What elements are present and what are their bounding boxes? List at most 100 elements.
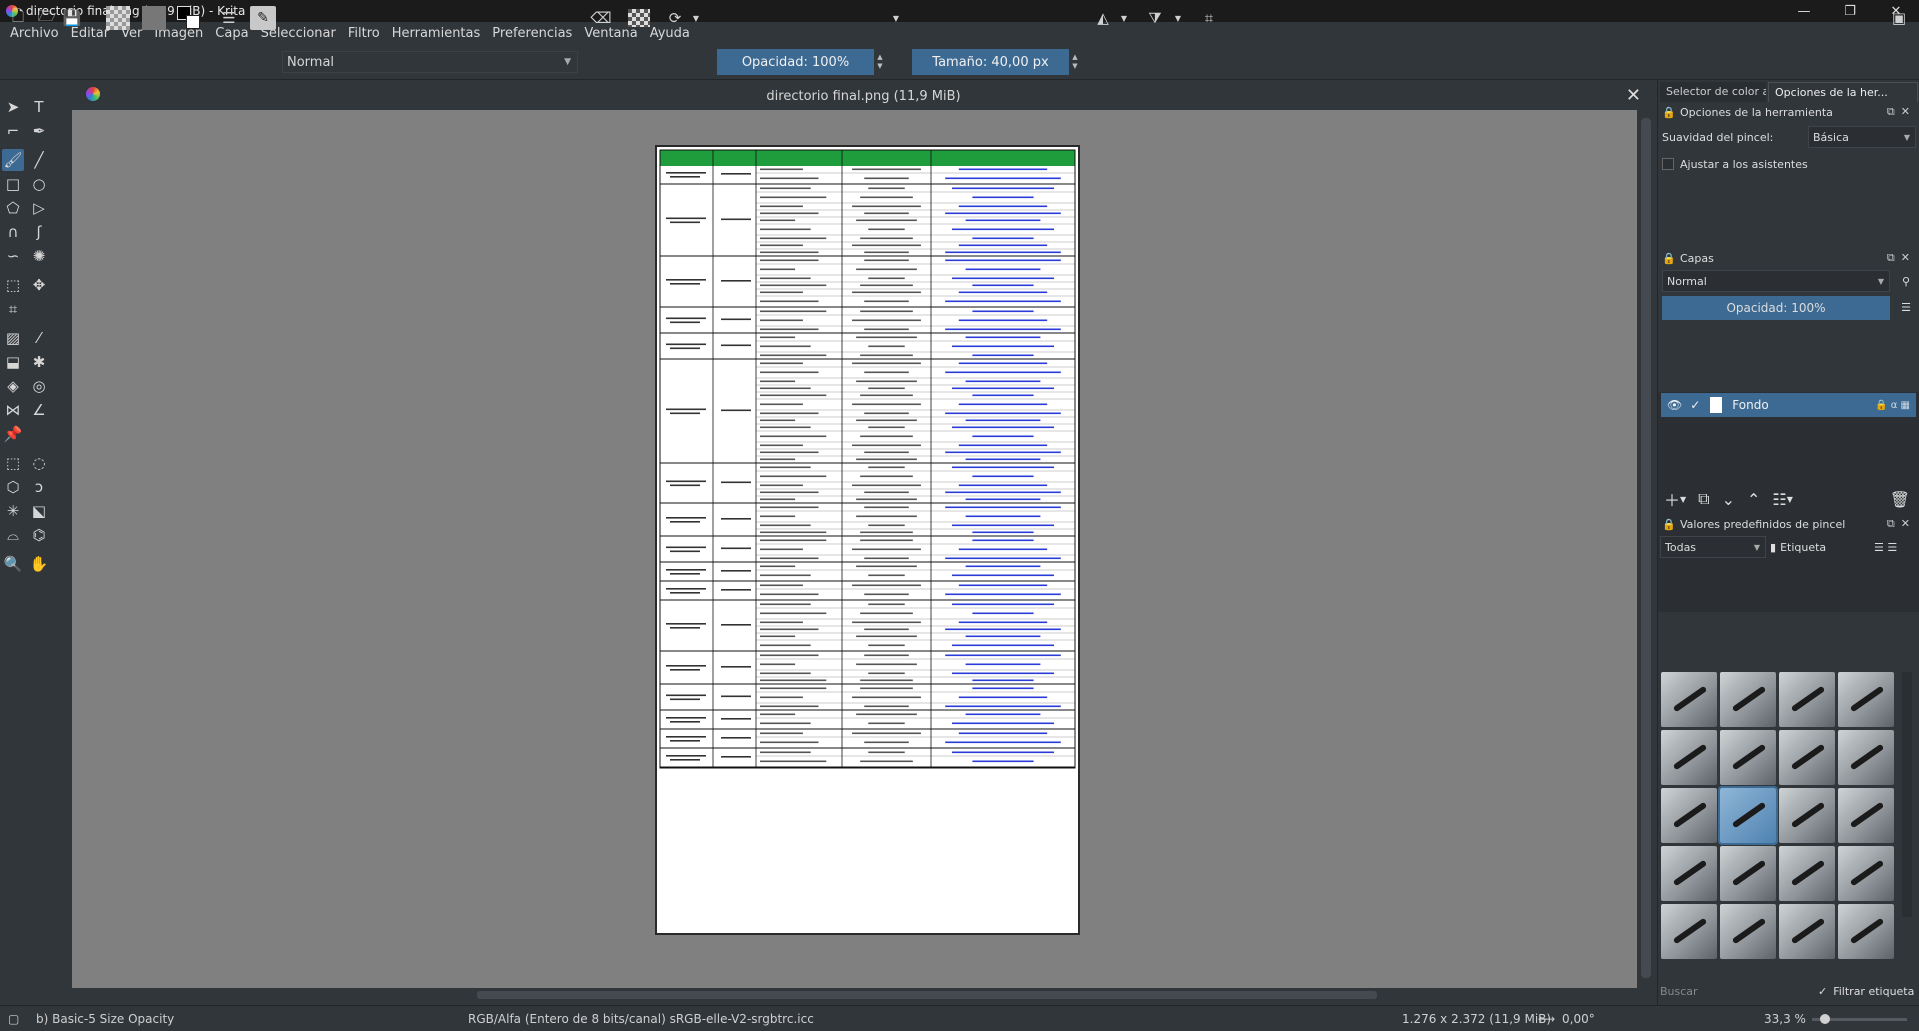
chevron-down-icon[interactable]: ▼ — [890, 6, 902, 30]
preserve-alpha-icon[interactable] — [628, 9, 650, 27]
brush-preset-tile[interactable] — [1838, 730, 1894, 785]
horizontal-scrollbar[interactable] — [72, 988, 1637, 1002]
freehand-selection-tool-icon[interactable]: ↄ — [28, 476, 50, 498]
elliptical-selection-tool-icon[interactable]: ◌ — [28, 452, 50, 474]
tab-color-selector[interactable]: Selector de color a... — [1660, 82, 1766, 102]
polygonal-selection-tool-icon[interactable]: ⬡ — [2, 476, 24, 498]
brush-preset-tile[interactable] — [1779, 672, 1835, 727]
brush-preset-tile[interactable] — [1838, 788, 1894, 843]
brush-preset-tile[interactable] — [1661, 672, 1717, 727]
wrap-around-icon[interactable]: ⌗ — [1198, 6, 1220, 30]
similar-color-selection-tool-icon[interactable]: ⬕ — [28, 500, 50, 522]
maximize-button[interactable]: ❐ — [1827, 0, 1873, 22]
pan-tool-icon[interactable]: ✋ — [28, 553, 50, 575]
menu-filtro[interactable]: Filtro — [342, 26, 386, 41]
minimize-button[interactable]: — — [1781, 0, 1827, 22]
freehand-brush-tool-icon[interactable]: 🖌 — [2, 149, 24, 171]
layer-properties-icon[interactable]: ☷ — [1772, 490, 1786, 509]
brush-preset-tile[interactable] — [1779, 904, 1835, 959]
rectangle-tool-icon[interactable]: □ — [2, 173, 24, 195]
brush-preset-tile[interactable] — [1838, 672, 1894, 727]
size-slider[interactable]: Tamaño: 40,00 px — [912, 49, 1069, 75]
dynamic-brush-tool-icon[interactable]: ∽ — [2, 245, 24, 267]
brush-preset-tile[interactable] — [1661, 730, 1717, 785]
brush-preset-tile[interactable] — [1779, 788, 1835, 843]
visibility-eye-icon[interactable]: 👁 — [1667, 398, 1682, 412]
transform-tool-icon[interactable]: ⬚ — [2, 274, 24, 296]
rotation-icon[interactable]: ⟷ — [1538, 1012, 1555, 1026]
brush-preset-tile[interactable] — [1720, 846, 1776, 901]
filter-icon[interactable]: ⚲ — [1896, 270, 1916, 292]
snap-assistants-checkbox[interactable] — [1662, 158, 1674, 170]
brush-preset-tile[interactable] — [1720, 904, 1776, 959]
text-tool-icon[interactable]: T — [28, 96, 50, 118]
brush-preset-tile[interactable] — [1661, 904, 1717, 959]
smoothing-select[interactable]: Básica ▼ — [1808, 126, 1916, 148]
brush-preset-tile[interactable] — [1779, 846, 1835, 901]
vertical-scrollbar[interactable] — [1637, 110, 1655, 988]
tag-button[interactable]: ▮ Etiqueta — [1770, 536, 1860, 558]
zoom-tool-icon[interactable]: 🔍 — [2, 553, 24, 575]
line-tool-icon[interactable]: ╱ — [28, 149, 50, 171]
reload-preset-icon[interactable]: ⟳ — [664, 6, 686, 30]
new-document-icon[interactable]: 🗋 — [8, 6, 28, 30]
chevron-down-icon[interactable]: ▼ — [690, 6, 702, 30]
menu-herramientas[interactable]: Herramientas — [386, 26, 487, 41]
float-close-icon[interactable]: ⧉✕ — [1887, 251, 1916, 265]
smart-patch-tool-icon[interactable]: ✱ — [28, 351, 50, 373]
contiguous-selection-tool-icon[interactable]: ✳ — [2, 500, 24, 522]
layer-row-fondo[interactable]: 👁 ✓ Fondo 🔒 α ▦ — [1661, 393, 1916, 417]
preset-filter-select[interactable]: Todas ▼ — [1660, 536, 1766, 558]
lock-icon[interactable]: 🔒 — [1662, 106, 1676, 119]
edit-shapes-tool-icon[interactable]: ⌐ — [2, 120, 24, 142]
float-close-icon[interactable]: ⧉✕ — [1887, 105, 1916, 119]
brush-preset-tile[interactable] — [1838, 904, 1894, 959]
menu-preferencias[interactable]: Preferencias — [486, 26, 578, 41]
eraser-icon[interactable]: ⌫ — [590, 6, 612, 30]
save-icon[interactable]: 💾 — [62, 6, 82, 30]
gradient-tool-icon[interactable]: ▨ — [2, 327, 24, 349]
brush-preset-tile[interactable] — [1720, 672, 1776, 727]
layer-checkbox-icon[interactable]: ✓ — [1690, 398, 1700, 412]
preset-search-input[interactable]: Buscar — [1660, 980, 1784, 1002]
delete-layer-icon[interactable]: 🗑 — [1890, 490, 1910, 509]
opacity-slider[interactable]: Opacidad: 100% — [717, 49, 874, 75]
mirror-vertical-icon[interactable]: ⧩ — [1144, 6, 1166, 30]
workspaces-icon[interactable]: ▣ — [1888, 6, 1910, 30]
mirror-horizontal-icon[interactable]: ◭ — [1092, 6, 1114, 30]
move-tool-icon[interactable]: ✥ — [28, 274, 50, 296]
presets-scrollbar[interactable] — [1902, 672, 1912, 917]
filter-tag-row[interactable]: ✓ Filtrar etiqueta — [1818, 980, 1918, 1002]
assistant-tool-icon[interactable]: ⋈ — [2, 399, 24, 421]
snap-assistants-row[interactable]: Ajustar a los asistentes — [1662, 153, 1912, 175]
gradient-swatch-icon[interactable] — [106, 6, 130, 30]
fill-tool-icon[interactable]: ◈ — [2, 375, 24, 397]
colorize-mask-tool-icon[interactable]: ⬓ — [2, 351, 24, 373]
float-close-icon[interactable]: ⧉✕ — [1887, 517, 1916, 531]
layer-opacity-slider[interactable]: Opacidad: 100% — [1662, 296, 1890, 320]
zoom-slider[interactable] — [1812, 1014, 1907, 1024]
brush-preset-tile[interactable] — [1779, 730, 1835, 785]
brush-preset-tile[interactable] — [1661, 788, 1717, 843]
blend-mode-select[interactable]: Normal ▼ — [282, 51, 578, 73]
close-document-button[interactable]: ✕ — [1626, 85, 1641, 106]
bezier-selection-tool-icon[interactable]: ⌓ — [2, 524, 24, 546]
brush-preset-tile[interactable] — [1720, 730, 1776, 785]
chevron-down-icon[interactable]: ▼ — [1787, 495, 1793, 504]
foreground-background-color-icon[interactable] — [177, 6, 205, 30]
layer-options-icon[interactable]: ☰ — [1896, 296, 1916, 318]
duplicate-layer-icon[interactable]: ⧉ — [1698, 489, 1709, 509]
checkmark-icon[interactable]: ✓ — [1818, 985, 1827, 998]
lock-icon[interactable]: 🔒 — [1662, 518, 1676, 531]
brush-preset-tile[interactable] — [1661, 846, 1717, 901]
open-folder-icon[interactable]: 🗁 — [37, 6, 57, 30]
bezier-curve-tool-icon[interactable]: ∩ — [2, 221, 24, 243]
freehand-path-tool-icon[interactable]: ʃ — [28, 221, 50, 243]
ellipse-tool-icon[interactable]: ○ — [28, 173, 50, 195]
brush-preset-tile-selected[interactable] — [1718, 786, 1778, 845]
magnetic-selection-tool-icon[interactable]: ⌬ — [28, 524, 50, 546]
size-spin-icon[interactable]: ▲ ▼ — [1069, 49, 1081, 75]
brush-status-icon[interactable]: ▢ — [8, 1012, 19, 1026]
color-picker-tool-icon[interactable]: ⁄ — [28, 327, 50, 349]
scrollbar-thumb[interactable] — [1641, 118, 1651, 978]
